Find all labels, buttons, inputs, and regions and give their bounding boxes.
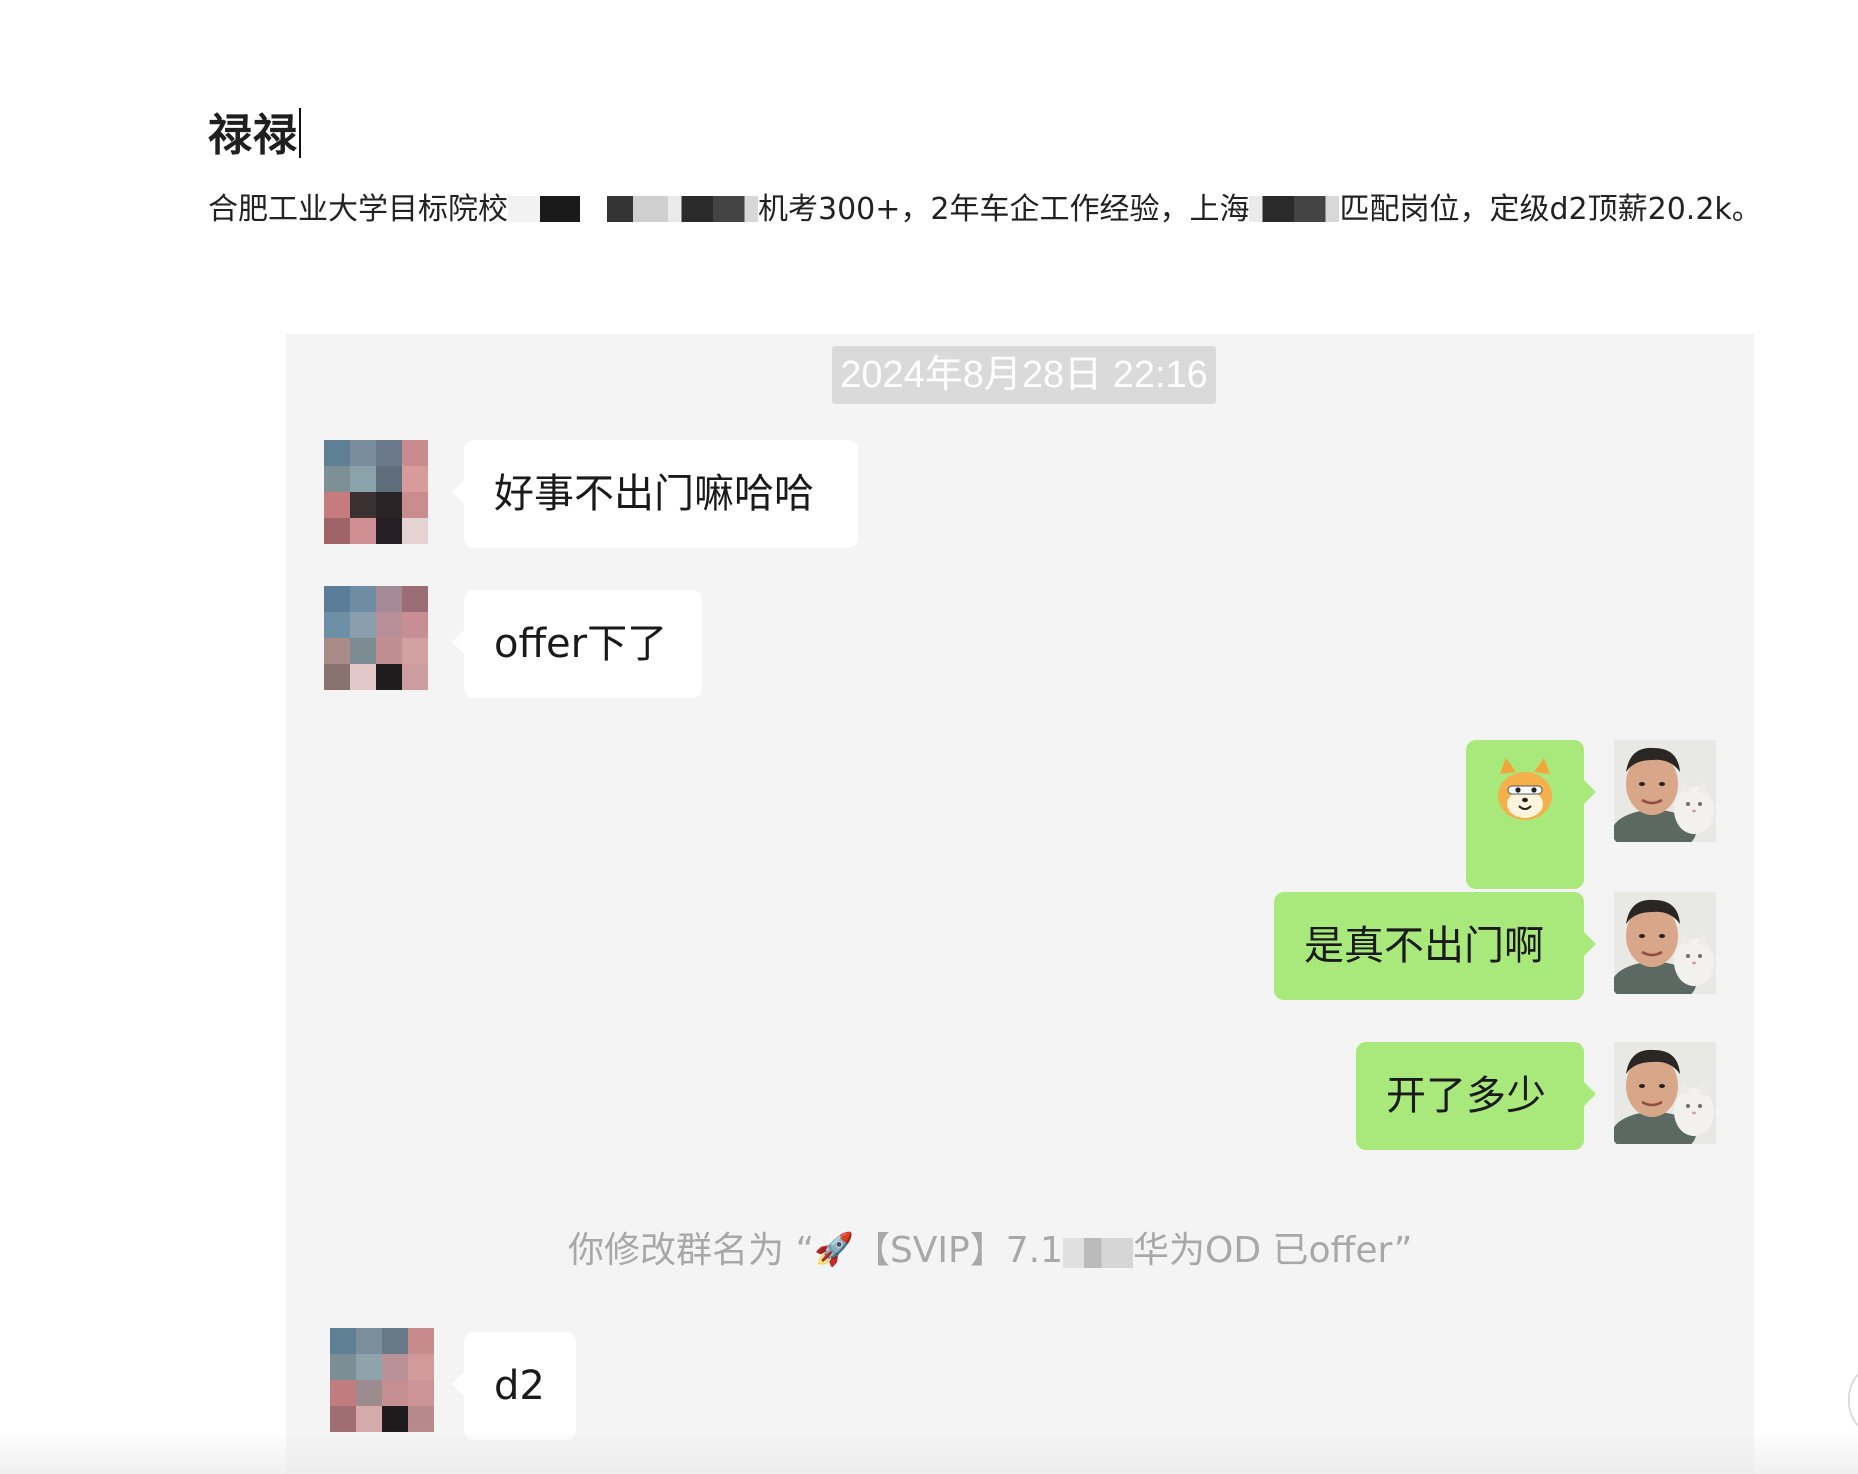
avatar[interactable] [330,1328,434,1432]
user-photo-icon [1614,892,1716,994]
redacted-block [508,196,668,222]
self-avatar[interactable] [1614,892,1716,994]
message-text: offer下了 [494,621,668,667]
text-caret [299,108,301,158]
message-bubble[interactable]: 好事不出门嘛哈哈 [452,440,858,548]
message-text: 开了多少 [1386,1073,1546,1119]
message-text: 是真不出门啊 [1304,923,1544,969]
avatar[interactable] [324,586,428,690]
user-photo-icon [1614,1042,1716,1144]
self-avatar[interactable] [1614,740,1716,842]
user-photo-icon [1614,740,1716,842]
system-note-text: 【SVIP】7.1 [853,1230,1064,1271]
message-bubble[interactable]: 开了多少 [1356,1042,1596,1150]
message-bubble[interactable]: 是真不出门啊 [1274,892,1596,1000]
side-scroll-button[interactable] [1848,1362,1858,1438]
page: 禄禄 合肥工业大学目标院校 机考300+，2年车企工作经验，上海 匹配岗位，定级d2… [0,0,1858,1474]
page-title[interactable]: 禄禄 [208,106,301,166]
system-notification: 你修改群名为 “🚀【SVIP】7.1 华为OD 已offer” [568,1222,1412,1278]
description-paragraph: 合肥工业大学目标院校 机考300+，2年车企工作经验，上海 匹配岗位，定级d2顶薪2… [208,186,1762,234]
shiba-dog-sticker-icon [1498,758,1552,820]
rocket-icon: 🚀 [814,1230,854,1268]
description-text-3: 匹配岗位，定级d2顶薪20.2k。 [1339,192,1762,227]
message-bubble[interactable]: offer下了 [452,590,702,698]
description-text-2: 机考300+，2年车企工作经验，上海 [758,192,1250,227]
sticker-bubble[interactable] [1466,740,1596,889]
message-text: 好事不出门嘛哈哈 [494,471,814,517]
self-avatar[interactable] [1614,1042,1716,1144]
redacted-block [668,196,758,222]
description-text-1: 合肥工业大学目标院校 [208,192,508,227]
message-text: d2 [494,1363,545,1409]
redacted-block [1249,196,1340,222]
bottom-shadow [0,1430,1858,1474]
message-bubble[interactable]: d2 [452,1332,576,1440]
system-note-suffix: 华为OD 已offer” [1133,1230,1413,1271]
chat-timestamp: 2024年8月28日 22:16 [832,346,1216,404]
system-note-prefix: 你修改群名为 “ [568,1230,815,1271]
redacted-block [1063,1238,1134,1268]
avatar[interactable] [324,440,428,544]
page-title-text: 禄禄 [208,110,298,161]
